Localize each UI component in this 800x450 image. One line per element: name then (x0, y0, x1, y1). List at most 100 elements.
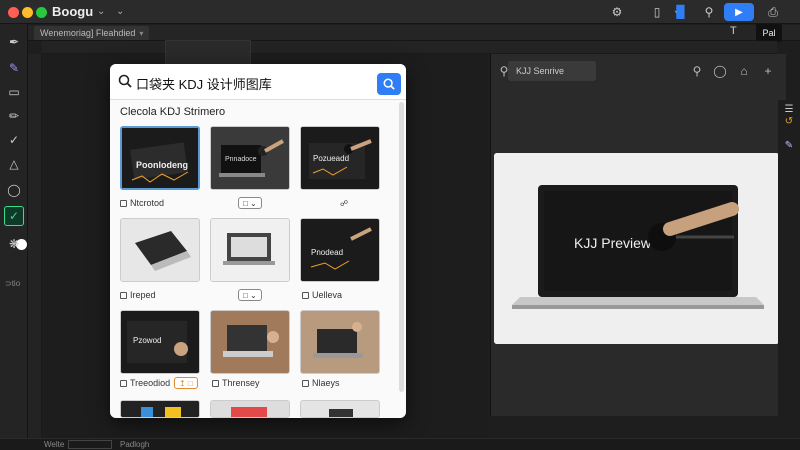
search-icon[interactable]: ⚲ (700, 4, 718, 20)
thumbnail-graphic (301, 311, 379, 373)
thumbnail-graphic (211, 219, 289, 281)
asset-thumbnail[interactable]: Pnnadoce (210, 126, 290, 190)
share-icon[interactable]: ⎙ (764, 4, 782, 20)
thumbnail-graphic: Pzowod (121, 311, 199, 373)
brush-tool-icon[interactable]: ✎ (4, 58, 24, 78)
status-bar: Welte Padlogh (0, 438, 800, 450)
asset-thumbnail[interactable] (120, 218, 200, 282)
analytics-icon[interactable]: ▉ (672, 4, 690, 20)
title-bar: Boogu ⌄ ⌄ ⚙ ▯ ▾ ▉ ⚲ ▶ ⎙ (0, 0, 800, 24)
shape-tool-icon[interactable]: △ (4, 154, 24, 174)
ruler-horizontal (42, 41, 777, 54)
checkbox[interactable] (120, 379, 127, 387)
pen-icon[interactable]: ✎ (782, 138, 796, 152)
play-button[interactable]: ▶ (724, 3, 754, 21)
add-icon[interactable]: + (760, 63, 776, 79)
list-item[interactable]: Nlaeys (302, 378, 340, 388)
settings-icon[interactable]: ⚙ (608, 4, 626, 20)
item-label: Treeodiod (130, 378, 171, 388)
item-action-button[interactable]: ↥ □ (174, 377, 198, 389)
home-icon[interactable]: ⌂ (736, 63, 752, 79)
search-button-icon (383, 78, 395, 90)
maximize-window-button[interactable] (36, 7, 47, 18)
asset-thumbnail[interactable]: Pnodead (300, 218, 380, 282)
component-tool-icon[interactable]: ❋ (4, 234, 24, 254)
thumbnail-graphic (121, 219, 199, 281)
item-label: Uelleva (312, 290, 343, 300)
checkbox[interactable] (212, 379, 219, 387)
asset-thumbnail[interactable] (300, 400, 380, 418)
ruler-vertical (28, 54, 42, 438)
preview-graphic: KJJ Preview (494, 153, 779, 344)
thumbnail-text: Pzowod (133, 336, 161, 345)
asset-thumbnail[interactable] (210, 218, 290, 282)
path-tool-icon[interactable]: ✓ (4, 206, 24, 226)
zoom-icon[interactable]: ⚲ (689, 63, 705, 79)
preview-text: KJJ Preview (574, 235, 652, 251)
list-item[interactable]: Ntcrotod (120, 198, 164, 208)
link-icon[interactable]: ↺ (782, 114, 796, 128)
asset-thumbnail[interactable]: Poonlodeng (120, 126, 200, 190)
shield-icon[interactable]: ◯ (712, 63, 728, 79)
list-item[interactable]: Uelleva (302, 290, 342, 300)
asset-thumbnail[interactable] (210, 400, 290, 418)
panel-toggle-pill[interactable]: Pal (756, 24, 782, 42)
tab-dropdown-icon[interactable]: ▾ (139, 29, 143, 38)
item-action-button[interactable]: □ ⌄ (238, 197, 262, 209)
tab-bar: Wenemoriag] Fleahdied ▾ T (28, 25, 800, 41)
toolbar-label: ⊃tio (5, 279, 21, 288)
asset-thumbnail[interactable]: Pzowod (120, 310, 200, 374)
thumbnail-text: Pozueadd (313, 154, 349, 163)
list-item[interactable]: Thrensey (212, 378, 260, 388)
checkbox[interactable] (120, 291, 127, 299)
item-label: Thrensey (222, 378, 260, 388)
lasso-tool-icon[interactable]: ◯ (4, 180, 24, 200)
item-label: Nlaeys (312, 378, 340, 388)
thumbnail-text: Pnodead (311, 248, 343, 257)
asset-thumbnail[interactable]: Pozueadd (300, 126, 380, 190)
asset-thumbnail[interactable] (300, 310, 380, 374)
thumbnail-graphic (211, 311, 289, 373)
dropdown-chevron-icon[interactable]: ⌄ (116, 6, 124, 17)
search-input[interactable]: 口袋夹 KDJ 设计师图库 (136, 74, 272, 93)
list-item[interactable]: Ireped (120, 290, 156, 300)
thumbnail-text: Poonlodeng (136, 160, 188, 170)
eraser-tool-icon[interactable]: ▭ (4, 82, 24, 102)
tab-document[interactable]: Wenemoriag] Fleahdied ▾ (34, 26, 150, 40)
canvas-frame[interactable] (165, 40, 251, 67)
minimize-window-button[interactable] (22, 7, 33, 18)
list-item[interactable]: Treeodiod (120, 378, 170, 388)
asset-thumbnail[interactable] (120, 400, 200, 418)
scrollbar[interactable] (399, 102, 404, 392)
search-icon (118, 74, 132, 88)
asset-thumbnail[interactable] (210, 310, 290, 374)
pen-tool-icon[interactable]: ✒ (4, 32, 24, 52)
thumbnail-graphic: Pozueadd (301, 127, 379, 189)
preview-image: KJJ Preview (494, 153, 779, 344)
item-label: Ntcrotod (130, 198, 165, 208)
checkbox[interactable] (302, 291, 309, 299)
checkbox[interactable] (120, 199, 127, 207)
item-action-button[interactable]: □ ⌄ (238, 289, 262, 301)
thumbnail-graphic: Poonlodeng (122, 128, 198, 188)
results-heading: Clecola KDJ Strimero (120, 106, 226, 118)
app-name: Boogu (52, 4, 94, 19)
panel-search-input[interactable]: KJJ Senrive (508, 61, 596, 81)
status-field[interactable] (68, 440, 112, 449)
thumbnail-text: Pnnadoce (225, 156, 257, 163)
thumbnail-graphic (211, 401, 289, 417)
pencil-tool-icon[interactable]: ✏ (4, 106, 24, 126)
close-window-button[interactable] (8, 7, 19, 18)
search-button[interactable] (377, 73, 401, 95)
device-icon[interactable]: ▯ (648, 4, 666, 20)
status-label: Padlogh (120, 440, 150, 449)
search-bar: 口袋夹 KDJ 设计师图库 (110, 64, 406, 100)
checkbox[interactable] (302, 379, 309, 387)
item-link-icon[interactable]: ☍ (336, 197, 352, 209)
tools-panel: ✒ ✎ ▭ ✏ ✓ △ ◯ ✓ ❋ ⊃tio (0, 24, 28, 438)
app-menu-chevron-icon[interactable]: ⌄ (97, 6, 105, 17)
status-label: Welte (44, 440, 65, 449)
thumbnail-graphic: Pnodead (301, 219, 379, 281)
eyedropper-tool-icon[interactable]: ✓ (4, 130, 24, 150)
text-tool-icon[interactable]: T (730, 25, 737, 37)
